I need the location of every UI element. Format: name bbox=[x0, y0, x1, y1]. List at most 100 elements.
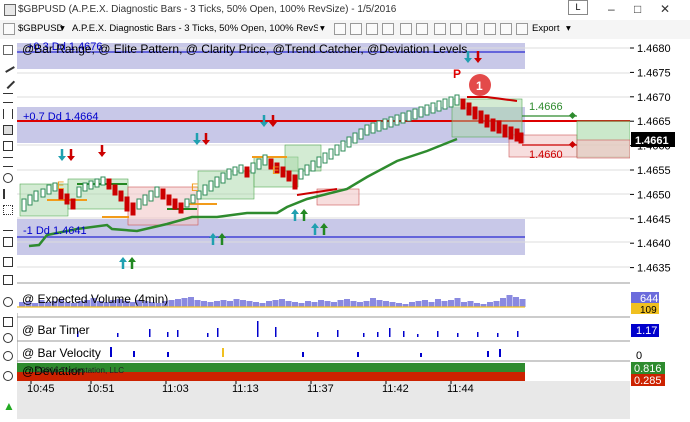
volume-bar bbox=[506, 295, 513, 307]
symbol-icon[interactable] bbox=[3, 23, 15, 35]
volume-bar bbox=[318, 300, 324, 307]
down-candle bbox=[502, 124, 508, 138]
draw-icon[interactable] bbox=[466, 23, 478, 35]
volume-bar bbox=[389, 302, 396, 307]
deviation-value-2: 0.285 bbox=[634, 375, 662, 387]
up-candle bbox=[82, 182, 88, 192]
up-candle bbox=[334, 144, 340, 156]
timer-bar bbox=[207, 333, 209, 337]
price-axis-svg: 1.46801.46751.46701.46651.46601.46551.46… bbox=[630, 43, 675, 387]
up-candle bbox=[454, 94, 460, 106]
bars-icon[interactable] bbox=[350, 23, 362, 35]
timer-bar bbox=[417, 334, 419, 337]
volume-bar bbox=[246, 301, 253, 307]
panel-circle-icon-3[interactable] bbox=[3, 371, 13, 381]
export-button[interactable]: Export bbox=[532, 22, 559, 36]
volume-bar bbox=[181, 298, 188, 307]
chart-icon[interactable] bbox=[366, 23, 378, 35]
lock-icon[interactable] bbox=[434, 23, 446, 35]
volume-bar bbox=[331, 302, 337, 307]
up-candle bbox=[304, 164, 310, 176]
up-candle bbox=[298, 168, 304, 180]
up-candle bbox=[142, 194, 148, 206]
volume-bar bbox=[175, 299, 181, 307]
symbol-dropdown[interactable]: $GBPUSD bbox=[18, 22, 63, 36]
up-candle bbox=[202, 184, 208, 196]
volume-bar bbox=[357, 302, 363, 307]
settings-icon[interactable] bbox=[382, 23, 394, 35]
zoom-in-icon[interactable] bbox=[400, 23, 412, 35]
cursor-tool-icon[interactable] bbox=[3, 45, 13, 55]
l-button[interactable]: L bbox=[568, 0, 588, 15]
up-candle bbox=[310, 160, 316, 172]
up-candle bbox=[46, 184, 52, 195]
velocity-bar bbox=[167, 352, 169, 357]
triangle-tool-icon[interactable] bbox=[3, 237, 13, 247]
volume-bar bbox=[272, 300, 279, 307]
callout-tool-icon[interactable] bbox=[3, 257, 13, 267]
volume-bar bbox=[194, 300, 201, 307]
horizontal-line-icon[interactable] bbox=[3, 93, 13, 103]
close-icon[interactable]: ✕ bbox=[660, 2, 670, 16]
down-candle bbox=[112, 184, 118, 196]
down-candle bbox=[466, 102, 472, 116]
panel-circle-icon[interactable] bbox=[3, 333, 13, 343]
timer-bar bbox=[177, 330, 179, 337]
price-axis-label: 1.4680 bbox=[637, 43, 671, 55]
gann-tool-icon[interactable] bbox=[3, 189, 13, 199]
export-icon[interactable] bbox=[516, 23, 528, 35]
time-axis-svg: 10:45 10:51 11:03 11:13 11:37 11:42 11:44 bbox=[27, 381, 474, 395]
velocity-bar bbox=[110, 347, 112, 357]
main-panel-label: @Bar Range, @ Elite Pattern, @ Clarity P… bbox=[22, 42, 467, 56]
zoom-out-icon[interactable] bbox=[416, 23, 428, 35]
volume-bar bbox=[207, 302, 214, 307]
channel-tool-icon[interactable] bbox=[3, 157, 13, 167]
cursor-icon[interactable] bbox=[450, 23, 462, 35]
up-candle bbox=[27, 194, 33, 206]
export-chevron-icon[interactable]: ▾ bbox=[566, 22, 571, 36]
trendline-tool-icon[interactable] bbox=[0, 74, 16, 90]
rectangle-tool-icon[interactable] bbox=[3, 125, 13, 135]
bar-type-dropdown[interactable]: A.P.E.X. Diagnostic Bars - 3 Ticks, 50% … bbox=[72, 22, 318, 36]
circle-tool-icon[interactable] bbox=[3, 297, 13, 307]
maximize-icon[interactable]: □ bbox=[634, 2, 641, 16]
down-candle bbox=[286, 170, 292, 182]
up-candle bbox=[364, 124, 370, 136]
panel-circle-icon-2[interactable] bbox=[3, 351, 13, 361]
minimize-icon[interactable]: – bbox=[608, 2, 615, 16]
up-candle bbox=[412, 108, 418, 120]
fib-tool-icon[interactable] bbox=[3, 141, 13, 151]
box-tool-icon[interactable] bbox=[3, 317, 13, 327]
volume-bar bbox=[233, 299, 240, 307]
volume-bar bbox=[292, 302, 298, 307]
vertical-line-icon[interactable] bbox=[3, 109, 13, 119]
up-arrow-icon[interactable]: ▲ bbox=[3, 400, 15, 412]
text-tool-icon[interactable] bbox=[3, 205, 13, 215]
pointer-icon[interactable] bbox=[484, 23, 496, 35]
magnet-tool-icon[interactable] bbox=[3, 275, 13, 285]
grid-icon[interactable] bbox=[334, 23, 346, 35]
price-axis-label: 1.4665 bbox=[637, 116, 671, 128]
up-candle bbox=[382, 118, 388, 130]
velocity-bar bbox=[222, 348, 224, 357]
price-axis-label: 1.4645 bbox=[637, 214, 671, 226]
timer-bar bbox=[167, 332, 169, 337]
dollar-icon[interactable] bbox=[500, 23, 512, 35]
down-candle bbox=[166, 194, 172, 206]
velocity-panel-label: @ Bar Velocity bbox=[22, 346, 101, 360]
volume-bar bbox=[350, 301, 357, 307]
bar-type-chevron-icon[interactable]: ▾ bbox=[320, 22, 325, 36]
up-candle bbox=[256, 158, 262, 170]
up-candle bbox=[220, 172, 226, 184]
volume-bar bbox=[376, 300, 383, 307]
line-tool-icon[interactable] bbox=[1, 59, 15, 73]
timer-bar bbox=[337, 330, 339, 337]
velocity-bar bbox=[357, 352, 359, 357]
pattern-letter-e3: E bbox=[272, 165, 279, 177]
volume-bar bbox=[519, 299, 526, 307]
ellipse-tool-icon[interactable] bbox=[3, 173, 13, 183]
up-candle bbox=[424, 104, 430, 116]
symbol-chevron-icon[interactable]: ▾ bbox=[60, 22, 65, 36]
timer-panel-label: @ Bar Timer bbox=[22, 323, 90, 337]
arrow-tool-icon[interactable] bbox=[3, 221, 13, 231]
